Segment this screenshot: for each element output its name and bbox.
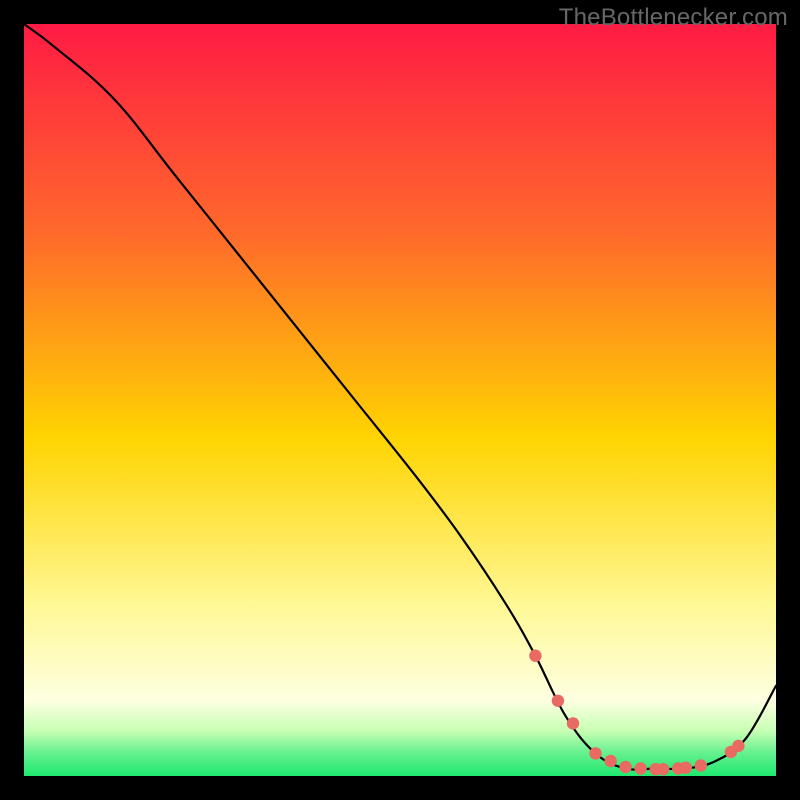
plot-area [24, 24, 776, 776]
highlight-marker [619, 761, 631, 773]
highlight-marker [695, 759, 707, 771]
highlight-marker [589, 747, 601, 759]
highlight-marker [680, 762, 692, 774]
highlight-marker [552, 695, 564, 707]
gradient-background [24, 24, 776, 776]
chart-svg [24, 24, 776, 776]
highlight-marker [732, 740, 744, 752]
chart-frame: TheBottlenecker.com [0, 0, 800, 800]
highlight-marker [604, 755, 616, 767]
watermark-label: TheBottlenecker.com [559, 4, 788, 32]
highlight-marker [657, 763, 669, 775]
highlight-marker [529, 650, 541, 662]
highlight-marker [634, 762, 646, 774]
highlight-marker [567, 717, 579, 729]
